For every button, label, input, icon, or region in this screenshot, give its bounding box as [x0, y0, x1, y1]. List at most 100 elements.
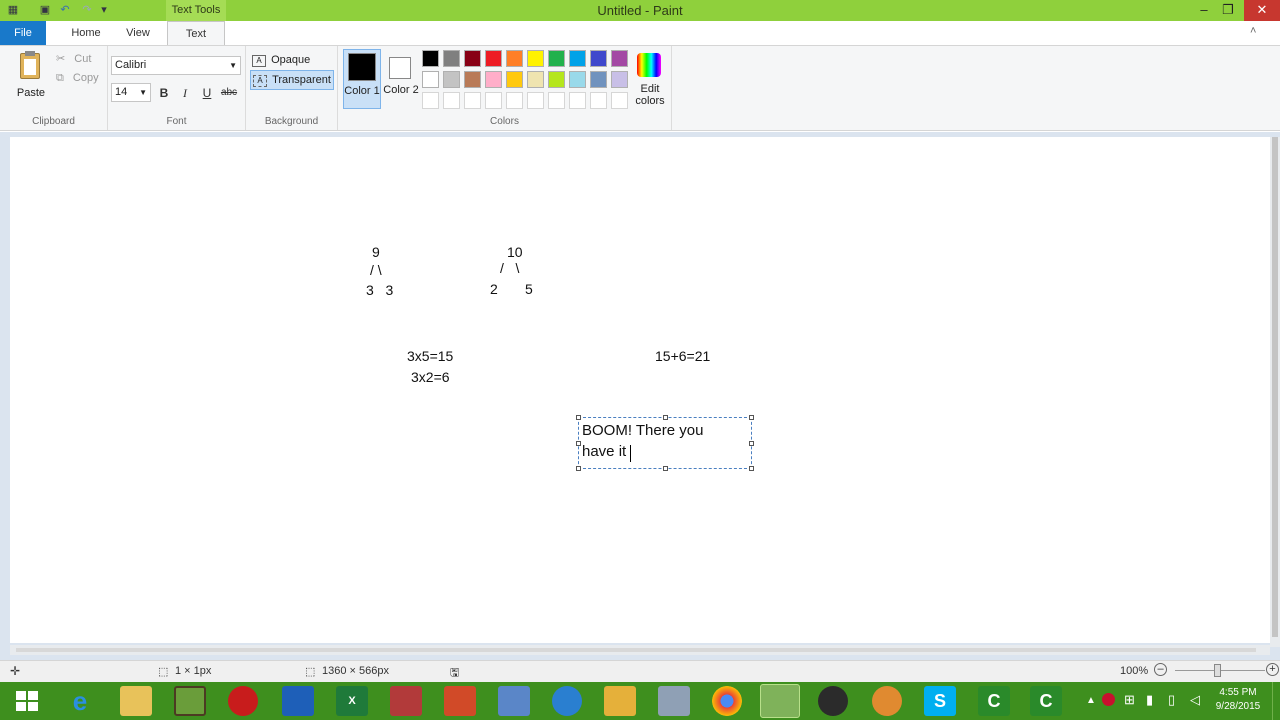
color-swatch[interactable]: [422, 50, 439, 67]
clock-time[interactable]: 4:55 PM: [1216, 687, 1260, 698]
custom-color-slot[interactable]: [590, 92, 607, 109]
redo-icon[interactable]: ↷: [80, 3, 94, 17]
color-swatch[interactable]: [443, 71, 460, 88]
zoom-out-button[interactable]: –: [1154, 663, 1167, 676]
color-swatch[interactable]: [506, 50, 523, 67]
resize-handle[interactable]: [749, 415, 754, 420]
custom-color-slot[interactable]: [506, 92, 523, 109]
resize-handle[interactable]: [576, 441, 581, 446]
color-swatch[interactable]: [443, 50, 460, 67]
color-swatch[interactable]: [590, 50, 607, 67]
minimize-ribbon-icon[interactable]: ˄: [1250, 25, 1256, 37]
custom-color-slot[interactable]: [569, 92, 586, 109]
font-family-select[interactable]: Calibri ▼: [111, 56, 241, 75]
network-icon[interactable]: ▮: [1146, 692, 1153, 708]
drawing-canvas[interactable]: [10, 137, 1270, 643]
custom-color-slot[interactable]: [422, 92, 439, 109]
excel-icon[interactable]: X: [336, 686, 368, 716]
chrome-icon[interactable]: [712, 686, 742, 716]
minecraft-icon[interactable]: [174, 686, 206, 716]
custom-color-slot[interactable]: [485, 92, 502, 109]
volume-icon[interactable]: ◁: [1190, 692, 1200, 708]
internet-explorer-icon[interactable]: e: [64, 686, 96, 716]
color-swatch[interactable]: [569, 71, 586, 88]
radiation-app-icon[interactable]: [818, 686, 848, 716]
color-swatch[interactable]: [548, 71, 565, 88]
underline-button[interactable]: U: [198, 84, 216, 102]
custom-color-slot[interactable]: [464, 92, 481, 109]
vertical-scrollbar-thumb[interactable]: [1272, 137, 1278, 637]
windows-start-icon[interactable]: [16, 691, 38, 711]
horizontal-scrollbar-thumb[interactable]: [16, 648, 1256, 652]
color-swatch[interactable]: [422, 71, 439, 88]
text-box-selection[interactable]: BOOM! There you have it: [576, 415, 754, 471]
tab-view[interactable]: View: [116, 21, 160, 45]
copy-button[interactable]: ⧉ Copy: [56, 72, 99, 85]
skype-icon[interactable]: S: [924, 686, 956, 716]
resize-handle[interactable]: [576, 466, 581, 471]
cut-button[interactable]: ✂ Cut: [56, 52, 91, 65]
resize-handle[interactable]: [749, 466, 754, 471]
color-swatch[interactable]: [485, 50, 502, 67]
settings-app-icon[interactable]: [282, 686, 314, 716]
textbox-line-1[interactable]: BOOM! There you: [582, 422, 703, 439]
color-swatch[interactable]: [611, 71, 628, 88]
transparent-button[interactable]: A Transparent: [250, 70, 334, 90]
vertical-scrollbar[interactable]: [1270, 137, 1280, 647]
horizontal-scrollbar[interactable]: [10, 645, 1270, 655]
italic-button[interactable]: I: [176, 84, 194, 102]
strikethrough-button[interactable]: abc: [220, 84, 238, 102]
custom-color-slot[interactable]: [611, 92, 628, 109]
resize-handle[interactable]: [663, 415, 668, 420]
color-swatch[interactable]: [611, 50, 628, 67]
restore-button[interactable]: ❐: [1214, 0, 1242, 21]
color-swatch[interactable]: [485, 71, 502, 88]
color-swatch[interactable]: [464, 50, 481, 67]
show-hidden-icons[interactable]: ▲: [1086, 695, 1096, 706]
color-swatch[interactable]: [527, 71, 544, 88]
zoom-in-button[interactable]: +: [1266, 663, 1279, 676]
undo-icon[interactable]: ↶: [58, 3, 72, 17]
textbox-line-2[interactable]: have it: [582, 443, 626, 460]
show-desktop-button[interactable]: [1272, 682, 1280, 720]
camtasia-recorder-icon[interactable]: C: [1030, 686, 1062, 716]
battery-icon[interactable]: ▯: [1168, 692, 1175, 708]
network-app-icon[interactable]: [498, 686, 530, 716]
camtasia-icon[interactable]: C: [978, 686, 1010, 716]
font-size-select[interactable]: 14 ▼: [111, 83, 151, 102]
skype-business-icon[interactable]: [552, 686, 582, 716]
tab-text[interactable]: Text: [167, 21, 225, 46]
zoom-slider-thumb[interactable]: [1214, 664, 1221, 677]
save-icon[interactable]: ▣: [38, 3, 52, 17]
resize-handle[interactable]: [663, 466, 668, 471]
custom-color-slot[interactable]: [443, 92, 460, 109]
customize-toolbar-icon[interactable]: ▾: [97, 3, 111, 17]
color-swatch[interactable]: [506, 71, 523, 88]
windows-flag-icon[interactable]: ⊞: [1124, 692, 1135, 708]
powerpoint-icon[interactable]: [444, 686, 476, 716]
color2-button[interactable]: Color 2: [383, 49, 421, 109]
paste-button[interactable]: Paste: [12, 50, 50, 102]
tab-file[interactable]: File: [0, 21, 46, 45]
file-explorer-icon[interactable]: [120, 686, 152, 716]
tab-home[interactable]: Home: [62, 21, 110, 45]
outlook-icon[interactable]: [604, 686, 636, 716]
power-app-icon[interactable]: [228, 686, 258, 716]
access-icon[interactable]: [390, 686, 422, 716]
color-swatch[interactable]: [464, 71, 481, 88]
opaque-button[interactable]: A Opaque: [252, 51, 334, 69]
resize-handle[interactable]: [749, 441, 754, 446]
color1-button[interactable]: Color 1: [343, 49, 381, 109]
edit-colors-button[interactable]: Edit colors: [630, 49, 670, 109]
color-swatch[interactable]: [527, 50, 544, 67]
color-swatch[interactable]: [548, 50, 565, 67]
tools-app-icon[interactable]: [658, 686, 690, 716]
clock-date[interactable]: 9/28/2015: [1212, 701, 1264, 712]
bold-button[interactable]: B: [155, 84, 173, 102]
paint-app-icon[interactable]: ▦: [6, 3, 20, 17]
close-button[interactable]: ✕: [1244, 0, 1280, 21]
orange-app-icon[interactable]: [872, 686, 902, 716]
color-swatch[interactable]: [590, 71, 607, 88]
mcafee-icon[interactable]: [1102, 693, 1115, 706]
custom-color-slot[interactable]: [548, 92, 565, 109]
